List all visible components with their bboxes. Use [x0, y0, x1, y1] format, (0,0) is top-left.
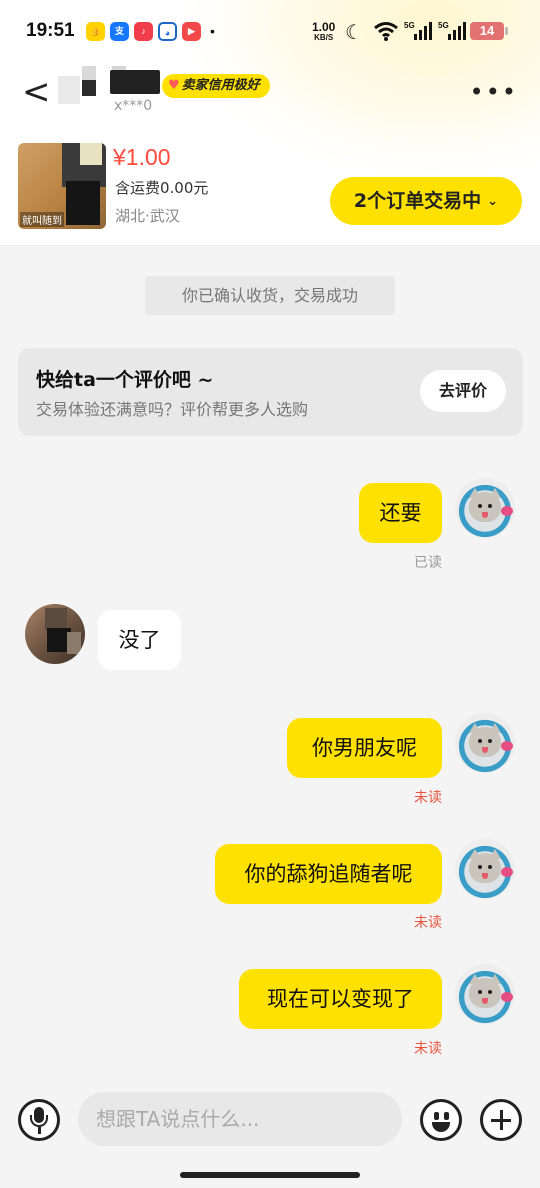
battery-icon: 14	[470, 22, 508, 40]
cellular-signal-2-icon: 5G	[438, 21, 466, 40]
chevron-down-icon: ⌄	[487, 194, 499, 209]
product-price: ¥1.00	[113, 144, 171, 170]
status-time: 19:51	[26, 20, 75, 41]
heart-icon: ♥	[168, 78, 180, 93]
message-input-bar: 想跟TA说点什么...	[0, 1072, 540, 1188]
read-status: 未读	[414, 790, 442, 806]
review-prompt-card: 快给ta一个评价吧 ~ 交易体验还满意吗？评价帮更多人选购 去评价	[18, 348, 523, 436]
read-status: 未读	[414, 915, 442, 931]
network-speed: 1.00 KB/S	[312, 21, 335, 42]
my-avatar[interactable]	[455, 964, 515, 1024]
product-location: 湖北·武汉	[115, 207, 180, 225]
message-bubble[interactable]: 没了	[98, 610, 181, 670]
home-indicator[interactable]	[180, 1172, 360, 1178]
my-avatar[interactable]	[455, 839, 515, 899]
image-blur-block	[66, 181, 100, 225]
status-bar: 19:51 👍 支 ♪ ◕ ▶ • 1.00 KB/S ☾ 5G 5G 14	[0, 14, 540, 50]
seller-credit-badge[interactable]: ♥ 卖家信用极好	[162, 74, 270, 98]
network-speed-value: 1.00	[312, 20, 336, 34]
credit-badge-label: 卖家信用极好	[181, 78, 260, 93]
read-status: 已读	[414, 555, 442, 571]
contact-sub-label: x***0	[114, 98, 153, 114]
message-bubble[interactable]: 还要	[359, 483, 442, 543]
signal-2-label: 5G	[438, 21, 449, 30]
review-prompt-title: 快给ta一个评价吧 ~	[36, 369, 214, 391]
system-notice: 你已确认收货，交易成功	[145, 276, 395, 315]
read-status: 未读	[414, 1041, 442, 1057]
more-actions-button[interactable]	[480, 1099, 522, 1141]
product-thumbnail[interactable]: 就叫随到	[18, 143, 106, 229]
message-bubble[interactable]: 你的舔狗追随者呢	[215, 844, 442, 904]
product-image-caption: 就叫随到	[20, 212, 64, 227]
weibo-app-icon: ◕	[158, 22, 177, 41]
wifi-icon	[374, 22, 398, 41]
network-speed-unit: KB/S	[314, 33, 334, 42]
contact-message-avatar[interactable]	[25, 604, 85, 664]
message-bubble[interactable]: 你男朋友呢	[287, 718, 442, 778]
orders-button-label: 2个订单交易中	[353, 190, 482, 212]
my-avatar[interactable]	[455, 478, 515, 538]
contact-name-redacted	[110, 70, 160, 94]
more-notifications-dot: •	[210, 23, 215, 39]
message-input[interactable]: 想跟TA说点什么...	[78, 1092, 402, 1146]
back-button[interactable]: <	[22, 74, 52, 114]
cellular-signal-icon: 5G	[404, 21, 432, 40]
message-bubble[interactable]: 现在可以变现了	[239, 969, 442, 1029]
do-not-disturb-moon-icon: ☾	[345, 22, 363, 44]
alipay-app-icon: 支	[110, 22, 129, 41]
video-app-icon: ▶	[182, 22, 201, 41]
emoji-icon	[434, 1112, 439, 1120]
thumbs-up-app-icon: 👍	[86, 22, 105, 41]
more-options-button[interactable]: •••	[470, 80, 518, 104]
image-blur-block	[80, 143, 102, 165]
orders-in-progress-button[interactable]: 2个订单交易中 ⌄	[330, 177, 522, 225]
shipping-fee: 含运费0.00元	[115, 179, 209, 197]
signal-1-label: 5G	[404, 21, 415, 30]
emoji-button[interactable]	[420, 1099, 462, 1141]
voice-input-button[interactable]	[18, 1099, 60, 1141]
write-review-button[interactable]: 去评价	[420, 370, 506, 412]
my-avatar[interactable]	[455, 713, 515, 773]
music-app-icon: ♪	[134, 22, 153, 41]
review-prompt-subtitle: 交易体验还满意吗？评价帮更多人选购	[36, 400, 309, 419]
